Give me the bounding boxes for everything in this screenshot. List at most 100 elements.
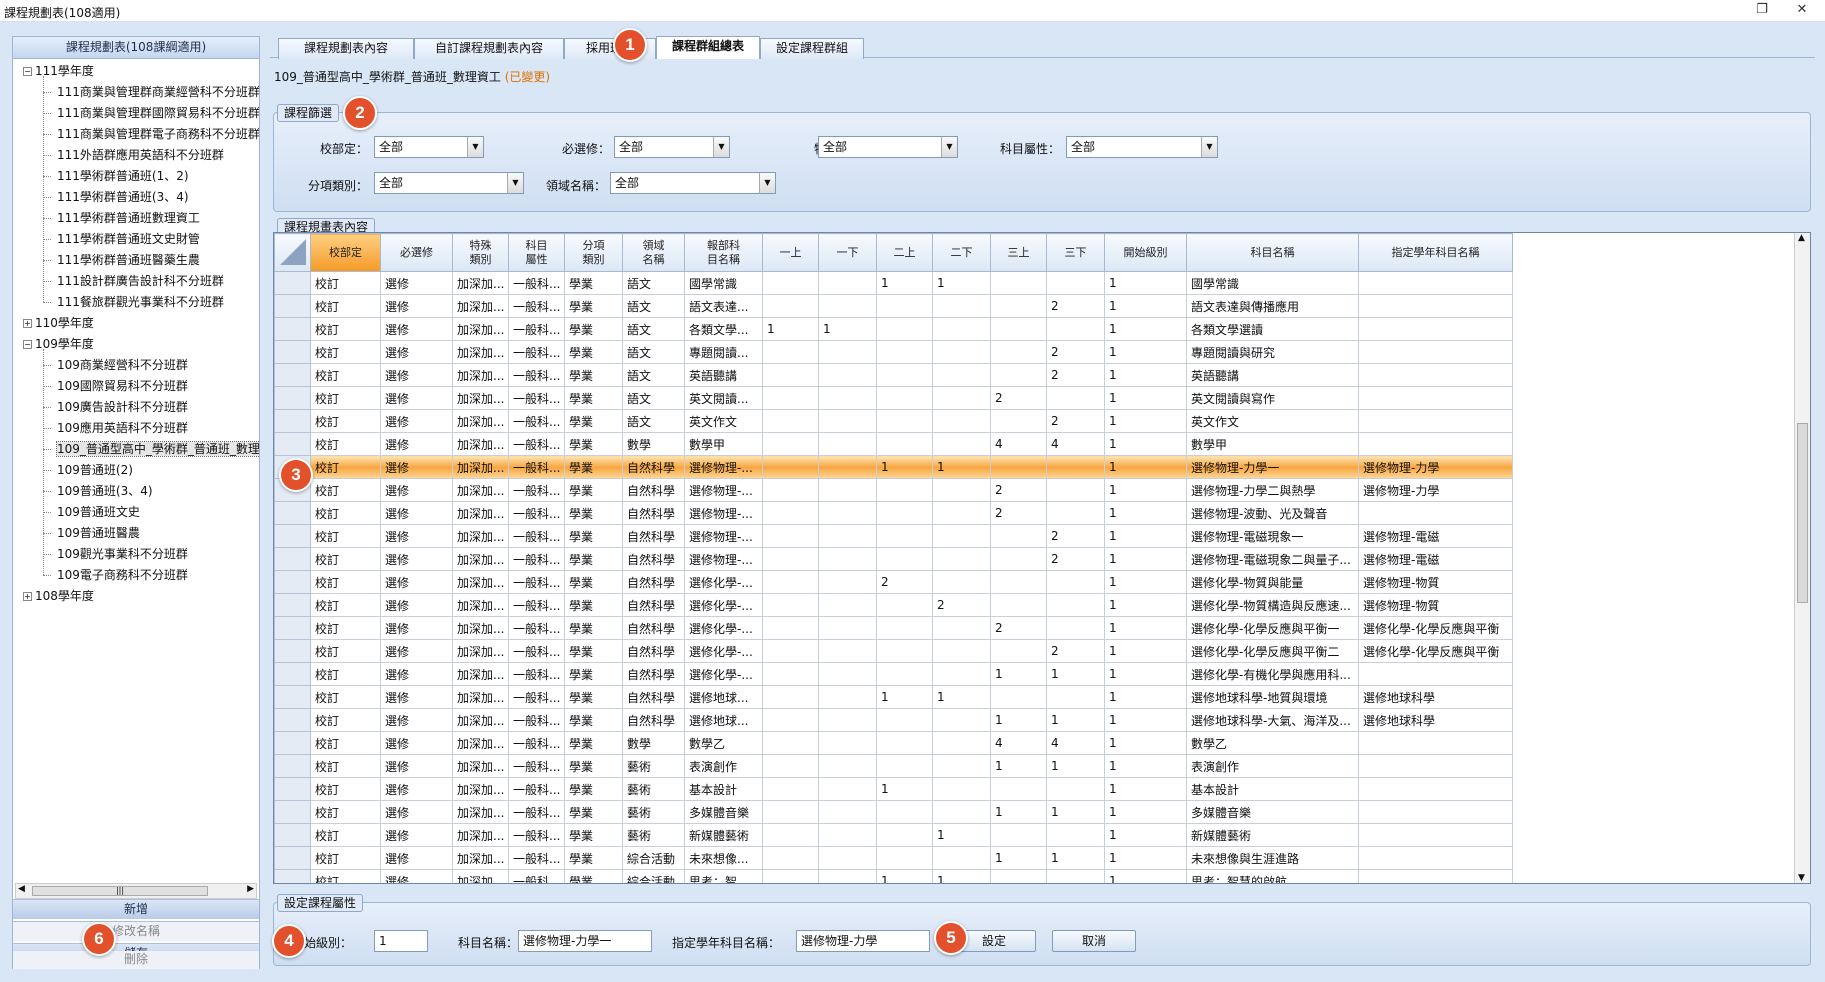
table-cell[interactable]: 選修地球... bbox=[684, 708, 763, 732]
table-cell[interactable]: 一般科... bbox=[508, 317, 565, 341]
cancel-button[interactable]: 取消 bbox=[1052, 930, 1136, 952]
table-cell[interactable]: 2 bbox=[1046, 547, 1105, 571]
table-cell[interactable]: 加深加... bbox=[452, 846, 509, 870]
table-cell[interactable] bbox=[762, 432, 819, 456]
scroll-down-icon[interactable]: ▼ bbox=[1798, 873, 1805, 883]
table-cell[interactable]: 藝術 bbox=[622, 823, 685, 847]
select-all-icon[interactable] bbox=[278, 235, 308, 267]
table-row[interactable]: 校訂 選修 加深加... 一般科... 學業 自然科學 選修物理-... 2 1 選修物理-電磁現… bbox=[274, 547, 1513, 571]
table-cell[interactable] bbox=[932, 294, 991, 318]
table-cell[interactable] bbox=[932, 754, 991, 778]
table-cell[interactable]: 一般科... bbox=[508, 869, 565, 883]
table-cell[interactable]: 1 bbox=[1104, 708, 1187, 732]
table-cell[interactable]: 一般科... bbox=[508, 593, 565, 617]
table-cell[interactable]: 一般科... bbox=[508, 478, 565, 502]
table-cell[interactable]: 1 bbox=[932, 823, 991, 847]
table-cell[interactable] bbox=[876, 616, 933, 640]
table-cell[interactable]: 自然科學 bbox=[622, 662, 685, 686]
table-cell[interactable]: 2 bbox=[1046, 363, 1105, 387]
table-cell[interactable]: 自然科學 bbox=[622, 524, 685, 548]
table-cell[interactable]: 一般科... bbox=[508, 271, 565, 295]
table-cell[interactable]: 國學常識 bbox=[1186, 271, 1359, 295]
table-cell[interactable]: 學業 bbox=[564, 340, 623, 364]
table-cell[interactable] bbox=[1358, 409, 1513, 433]
table-cell[interactable]: 數學乙 bbox=[684, 731, 763, 755]
table-cell[interactable]: 學業 bbox=[564, 570, 623, 594]
table-cell[interactable]: 2 bbox=[990, 501, 1047, 525]
table-cell[interactable] bbox=[762, 340, 819, 364]
table-cell[interactable]: 選修化學-化學反應與平衡二 bbox=[1186, 639, 1359, 663]
table-row[interactable]: 校訂 選修 加深加... 一般科... 學業 自然科學 選修物理-... 1 1 1 選修物理-力學… bbox=[274, 455, 1513, 479]
required-filter-select[interactable]: 全部 ▼ bbox=[614, 136, 730, 158]
table-cell[interactable]: 選修地球... bbox=[684, 685, 763, 709]
table-cell[interactable]: 多媒體音樂 bbox=[1186, 800, 1359, 824]
table-cell[interactable]: 選修物理-力學二與熱學 bbox=[1186, 478, 1359, 502]
table-cell[interactable]: 校訂 bbox=[310, 432, 381, 456]
table-cell[interactable] bbox=[1358, 317, 1513, 341]
table-cell[interactable]: 選修 bbox=[380, 432, 453, 456]
table-cell[interactable]: 學業 bbox=[564, 616, 623, 640]
row-header[interactable] bbox=[274, 386, 311, 410]
table-cell[interactable] bbox=[818, 363, 877, 387]
table-cell[interactable]: 校訂 bbox=[310, 570, 381, 594]
table-cell[interactable] bbox=[1046, 823, 1105, 847]
table-cell[interactable] bbox=[762, 869, 819, 883]
table-cell[interactable]: 新媒體藝術 bbox=[684, 823, 763, 847]
table-cell[interactable]: 選修 bbox=[380, 386, 453, 410]
table-cell[interactable] bbox=[876, 639, 933, 663]
table-cell[interactable]: 學業 bbox=[564, 708, 623, 732]
table-cell[interactable]: 英語聽講 bbox=[684, 363, 763, 387]
table-cell[interactable]: 1 bbox=[1104, 731, 1187, 755]
table-cell[interactable] bbox=[932, 409, 991, 433]
column-header[interactable]: 必選修 bbox=[380, 233, 453, 272]
table-cell[interactable]: 選修物理-電磁現象一 bbox=[1186, 524, 1359, 548]
table-cell[interactable] bbox=[932, 662, 991, 686]
table-cell[interactable] bbox=[1358, 869, 1513, 883]
table-cell[interactable]: 語文 bbox=[622, 340, 685, 364]
table-cell[interactable]: 選修 bbox=[380, 731, 453, 755]
table-cell[interactable]: 選修地球科學 bbox=[1358, 685, 1513, 709]
table-cell[interactable]: 選修地球科學-大氣、海洋及... bbox=[1186, 708, 1359, 732]
table-cell[interactable]: 選修 bbox=[380, 317, 453, 341]
table-cell[interactable]: 自然科學 bbox=[622, 708, 685, 732]
table-cell[interactable]: 數學 bbox=[622, 731, 685, 755]
tree-class-node[interactable]: 111商業與管理群電子商務科不分班群 bbox=[43, 124, 259, 144]
table-cell[interactable]: 1 bbox=[1104, 593, 1187, 617]
grid-corner[interactable] bbox=[274, 233, 311, 272]
table-cell[interactable]: 選修 bbox=[380, 363, 453, 387]
table-row[interactable]: 校訂 選修 加深加... 一般科... 學業 藝術 多媒體音樂 1 1 1 多媒體音樂 bbox=[274, 800, 1513, 824]
table-cell[interactable]: 學業 bbox=[564, 846, 623, 870]
table-cell[interactable]: 2 bbox=[1046, 409, 1105, 433]
table-cell[interactable]: 加深加... bbox=[452, 639, 509, 663]
table-cell[interactable] bbox=[818, 708, 877, 732]
table-cell[interactable] bbox=[876, 409, 933, 433]
tree-class-node[interactable]: 109廣告設計科不分班群 bbox=[43, 397, 188, 417]
table-cell[interactable]: 1 bbox=[876, 869, 933, 883]
table-cell[interactable] bbox=[932, 570, 991, 594]
table-cell[interactable]: 語文 bbox=[622, 271, 685, 295]
table-cell[interactable]: 數學乙 bbox=[1186, 731, 1359, 755]
table-cell[interactable]: 一般科... bbox=[508, 616, 565, 640]
table-cell[interactable] bbox=[932, 777, 991, 801]
table-cell[interactable]: 選修物理-物質 bbox=[1358, 570, 1513, 594]
table-cell[interactable]: 選修地球科學-地質與環境 bbox=[1186, 685, 1359, 709]
table-cell[interactable]: 學業 bbox=[564, 869, 623, 883]
table-cell[interactable] bbox=[818, 271, 877, 295]
table-cell[interactable]: 1 bbox=[876, 271, 933, 295]
table-cell[interactable]: 2 bbox=[990, 616, 1047, 640]
table-cell[interactable]: 一般科... bbox=[508, 363, 565, 387]
row-header[interactable] bbox=[274, 294, 311, 318]
table-cell[interactable]: 選修化學-化學反應與平衡 bbox=[1358, 616, 1513, 640]
assign-name-input[interactable]: 選修物理-力學 bbox=[796, 930, 930, 952]
table-cell[interactable]: 加深加... bbox=[452, 547, 509, 571]
column-header[interactable]: 科目名稱 bbox=[1186, 233, 1359, 272]
tree-class-node[interactable]: 111餐旅群觀光事業科不分班群 bbox=[43, 292, 224, 312]
row-header[interactable] bbox=[274, 823, 311, 847]
table-cell[interactable] bbox=[762, 616, 819, 640]
table-cell[interactable]: 1 bbox=[1104, 432, 1187, 456]
table-cell[interactable]: 學業 bbox=[564, 294, 623, 318]
chevron-down-icon[interactable]: ▼ bbox=[759, 173, 775, 193]
table-cell[interactable]: 1 bbox=[990, 708, 1047, 732]
table-cell[interactable] bbox=[876, 731, 933, 755]
tab-set-group[interactable]: 設定課程群組 bbox=[760, 38, 864, 59]
